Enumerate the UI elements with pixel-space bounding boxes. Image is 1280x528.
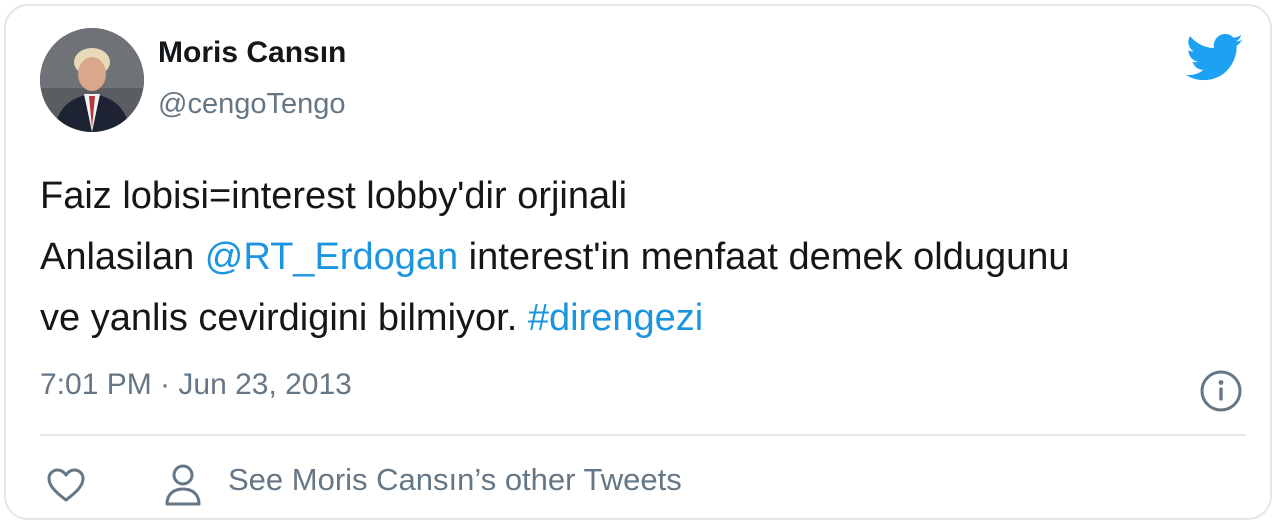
user-handle[interactable]: @cengoTengo: [158, 88, 345, 121]
timestamp-link[interactable]: 7:01 PM · Jun 23, 2013: [40, 368, 352, 402]
tweet-text-segment: ve yanlis cevirdigini bilmiyor.: [40, 297, 528, 339]
hashtag-link[interactable]: #direngezi: [528, 297, 703, 339]
divider: [40, 434, 1246, 436]
tweet-line-1: Faiz lobisi=interest lobby'dir orjinali: [40, 166, 1250, 227]
tweet-text-segment: Faiz lobisi=interest lobby'dir orjinali: [40, 175, 628, 217]
tweet-line-3: ve yanlis cevirdigini bilmiyor. #direnge…: [40, 288, 1250, 349]
info-icon[interactable]: [1200, 370, 1242, 412]
heart-icon[interactable]: [46, 466, 86, 504]
tweet-card: Moris Cansın @cengoTengo Faiz lobisi=int…: [4, 4, 1272, 520]
tweet-line-2: Anlasilan @RT_Erdogan interest'in menfaa…: [40, 227, 1250, 288]
twitter-bird-icon[interactable]: [1186, 34, 1244, 82]
see-other-tweets-link[interactable]: See Moris Cansın’s other Tweets: [228, 462, 682, 498]
display-name[interactable]: Moris Cansın: [158, 36, 346, 70]
tweet-text-segment: Anlasilan: [40, 236, 205, 278]
person-icon[interactable]: [162, 462, 204, 508]
tweet-text: Faiz lobisi=interest lobby'dir orjinali …: [40, 166, 1250, 349]
avatar[interactable]: [40, 28, 144, 132]
tweet-text-segment: interest'in menfaat demek oldugunu: [458, 236, 1070, 278]
mention-link[interactable]: @RT_Erdogan: [205, 236, 458, 278]
